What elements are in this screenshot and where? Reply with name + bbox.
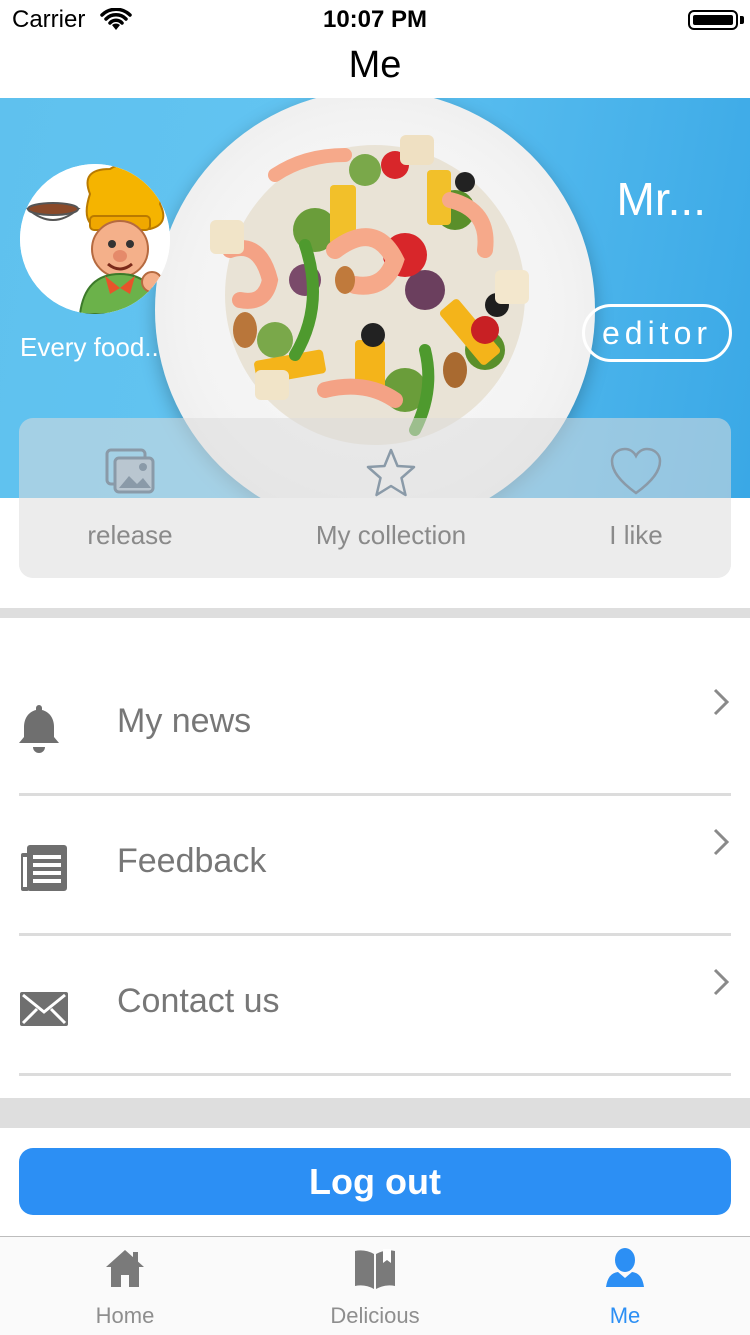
- logout-button[interactable]: Log out: [19, 1148, 731, 1215]
- battery-tip: [740, 16, 744, 24]
- home-icon: [106, 1250, 144, 1287]
- action-label: I like: [609, 520, 663, 550]
- action-label: My collection: [315, 520, 467, 550]
- chevron-right-icon: [713, 688, 730, 716]
- envelope-icon: [20, 992, 68, 1026]
- clock: 10:07 PM: [322, 6, 428, 33]
- heart-icon: [610, 447, 662, 495]
- row-separator: [19, 1073, 731, 1076]
- menu-item-my-news[interactable]: My news: [19, 656, 731, 796]
- action-release[interactable]: release: [19, 418, 241, 578]
- avatar[interactable]: [20, 164, 170, 314]
- editor-button[interactable]: editor: [582, 304, 732, 362]
- book-icon: [355, 1249, 395, 1289]
- user-name: Mr...: [616, 173, 706, 225]
- tab-label: Me: [609, 1303, 641, 1328]
- action-card: release My collection I like: [19, 418, 731, 578]
- star-icon: [366, 448, 416, 497]
- chevron-right-icon: [713, 968, 730, 996]
- status-bar: Carrier 10:07 PM: [0, 0, 750, 40]
- tab-delicious[interactable]: Delicious: [250, 1237, 500, 1335]
- menu-item-contact-us[interactable]: Contact us: [19, 936, 731, 1076]
- person-icon: [606, 1248, 644, 1287]
- document-list-icon: [21, 845, 67, 891]
- tab-label: Delicious: [330, 1303, 420, 1328]
- action-label: release: [87, 520, 173, 550]
- page-title: Me: [348, 44, 402, 86]
- section-divider: [0, 1098, 750, 1128]
- menu-label: My news: [117, 702, 252, 740]
- menu-label: Contact us: [117, 982, 280, 1020]
- tab-home[interactable]: Home: [0, 1237, 250, 1335]
- menu-item-feedback[interactable]: Feedback: [19, 796, 731, 936]
- chevron-right-icon: [713, 828, 730, 856]
- user-bio: Every food..: [20, 332, 159, 362]
- tab-bar: Home Delicious Me: [0, 1236, 750, 1335]
- tab-me[interactable]: Me: [500, 1237, 750, 1335]
- section-divider: [0, 608, 750, 618]
- bell-icon: [19, 705, 59, 753]
- battery-icon: [688, 10, 738, 30]
- image-gallery-icon: [105, 448, 155, 494]
- menu-label: Feedback: [117, 842, 267, 880]
- action-my-collection[interactable]: My collection: [241, 418, 541, 578]
- tab-label: Home: [95, 1303, 155, 1328]
- action-i-like[interactable]: I like: [541, 418, 731, 578]
